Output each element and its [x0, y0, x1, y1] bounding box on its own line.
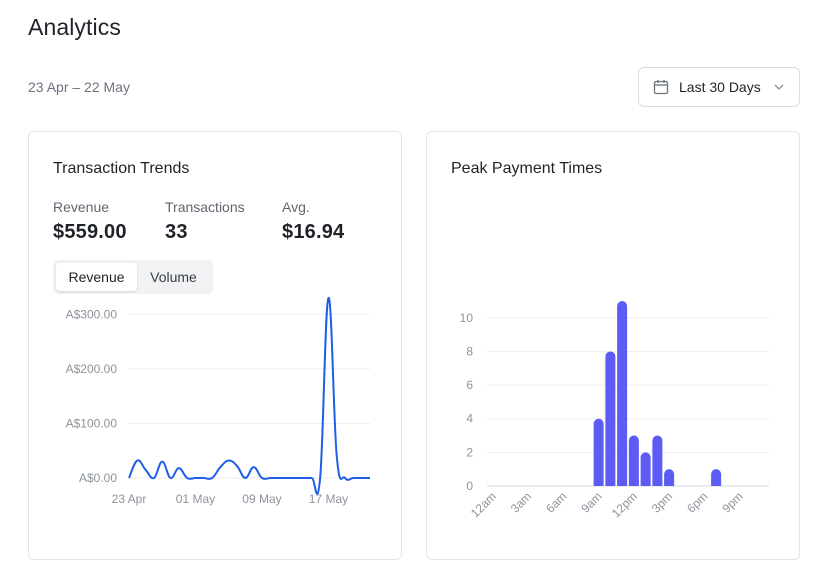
period-select[interactable]: Last 30 Days [638, 67, 800, 107]
bar-1pm [640, 452, 651, 486]
x-tick-label: 17 May [309, 492, 348, 506]
transaction-trends-chart: A$0.00 A$100.00 A$200.00 A$300.00 23 Apr 01 M… [66, 296, 370, 506]
bar-base-11am [617, 481, 628, 486]
bar-base-12pm [628, 481, 639, 486]
x-tick-label: 3am [508, 489, 534, 515]
x-tick-label: 12pm [609, 489, 640, 520]
calendar-icon [653, 80, 669, 95]
date-range-text: 23 Apr – 22 May [28, 79, 130, 95]
bar-base-10am [605, 481, 616, 486]
y-tick-label: 0 [466, 479, 473, 493]
x-tick-label: 3pm [649, 489, 675, 515]
y-tick-label: 6 [466, 378, 473, 392]
bar-base-1pm [640, 481, 651, 486]
x-tick-label: 23 Apr [112, 492, 147, 506]
x-tick-label: 9pm [719, 489, 745, 515]
x-tick-label: 9am [578, 489, 604, 515]
bar-base-2pm [652, 481, 663, 486]
bar-10am [605, 351, 616, 486]
y-tick-label: A$0.00 [79, 471, 117, 485]
y-tick-label: A$100.00 [66, 416, 118, 430]
period-select-label: Last 30 Days [679, 79, 761, 95]
bar-base-9am [593, 481, 604, 486]
bar-base-3pm [664, 481, 675, 486]
y-tick-label: 10 [460, 311, 474, 325]
x-tick-label: 09 May [242, 492, 281, 506]
bar-11am [617, 301, 628, 486]
peak-payment-times-card: Peak Payment Times 0 2 4 6 8 10 12am 3am 6am 9am 1… [426, 131, 800, 560]
chevron-down-icon [774, 84, 784, 90]
y-tick-label: A$200.00 [66, 362, 118, 376]
bar-2pm [652, 435, 663, 486]
x-tick-label: 6pm [684, 489, 710, 515]
bar-12pm [628, 435, 639, 486]
y-tick-label: A$300.00 [66, 307, 118, 321]
bar-9am [593, 418, 604, 486]
page-title: Analytics [28, 14, 121, 40]
y-tick-label: 2 [466, 445, 473, 459]
x-tick-label: 6am [543, 489, 569, 515]
series-line-revenue [128, 296, 370, 496]
y-tick-label: 8 [466, 344, 473, 358]
y-tick-label: 4 [466, 412, 473, 426]
peak-payment-times-chart: 0 2 4 6 8 10 12am 3am 6am 9am 12pm 3pm 6pm 9pm [460, 301, 769, 520]
bar-base-7pm [711, 481, 722, 486]
x-tick-label: 12am [468, 489, 499, 520]
x-tick-label: 01 May [176, 492, 215, 506]
transaction-trends-card: Transaction Trends Revenue $559.00 Trans… [28, 131, 402, 560]
